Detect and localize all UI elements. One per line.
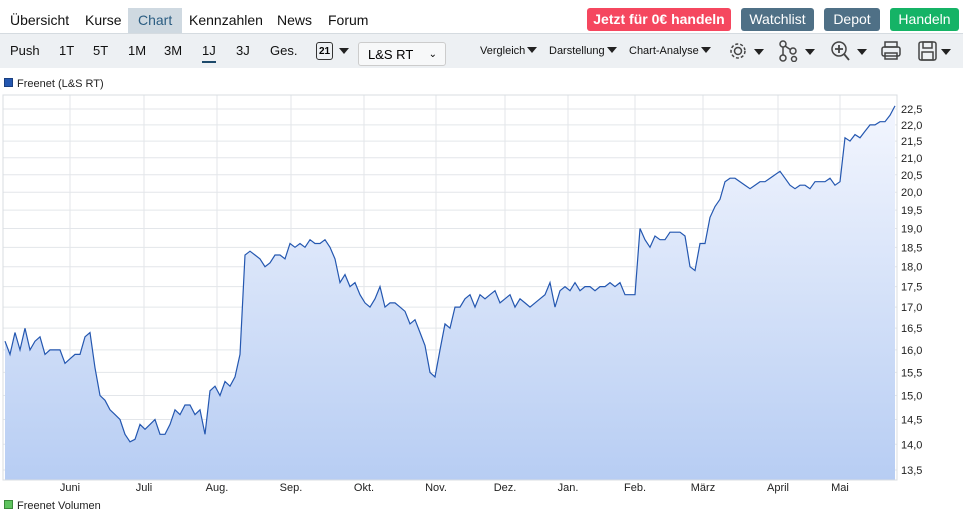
- tab-chart[interactable]: Chart: [128, 8, 183, 33]
- x-tick-label: Jan.: [558, 482, 579, 494]
- price-area: [5, 105, 895, 481]
- tab-kurse[interactable]: Kurse: [77, 8, 130, 33]
- volume-legend: Freenet Volumen: [4, 500, 101, 512]
- volume-legend-label: Freenet Volumen: [17, 500, 101, 512]
- y-tick-label: 21,5: [901, 136, 922, 148]
- y-tick-label: 20,5: [901, 170, 922, 182]
- trade-free-button[interactable]: Jetzt für 0€ handeln: [587, 8, 731, 31]
- caret-icon: [527, 47, 538, 53]
- indicators-icon[interactable]: [778, 40, 818, 62]
- range-push[interactable]: Push: [10, 43, 40, 58]
- series-swatch: [4, 78, 13, 87]
- x-tick-label: März: [691, 482, 715, 494]
- watchlist-button[interactable]: Watchlist: [741, 8, 814, 31]
- zoom-in-icon[interactable]: [830, 40, 870, 62]
- handeln-button[interactable]: Handeln: [890, 8, 959, 31]
- chart-toolbar: Push 1T 5T 1M 3M 1J 3J Ges. 21 L&S RT ⌄ V…: [0, 34, 963, 68]
- tab-uebersicht[interactable]: Übersicht: [2, 8, 77, 33]
- vergleich-label: Vergleich: [480, 45, 526, 57]
- calendar-caret-icon[interactable]: [339, 48, 349, 54]
- range-1t[interactable]: 1T: [59, 43, 74, 58]
- top-navigation: Übersicht Kurse Chart Kennzahlen News Fo…: [0, 0, 963, 34]
- x-tick-label: Dez.: [494, 482, 517, 494]
- range-1j[interactable]: 1J: [202, 43, 216, 63]
- price-chart[interactable]: 22,5 22,0 21,5 21,0 20,5 20,0 19,5 19,0 18,5 18,0…: [0, 92, 963, 497]
- chevron-down-icon: ⌄: [428, 49, 437, 60]
- y-tick-label: 14,0: [901, 439, 922, 451]
- y-tick-label: 13,5: [901, 465, 922, 477]
- x-tick-label: Juli: [136, 482, 153, 494]
- chart-analyse-dropdown[interactable]: Chart-Analyse: [629, 45, 711, 57]
- exchange-value: L&S RT: [368, 47, 414, 62]
- darstellung-label: Darstellung: [549, 45, 605, 57]
- tab-forum[interactable]: Forum: [320, 8, 376, 33]
- x-tick-label: Okt.: [354, 482, 374, 494]
- y-tick-label: 15,5: [901, 367, 922, 379]
- range-3j[interactable]: 3J: [236, 43, 250, 58]
- x-tick-label: Aug.: [206, 482, 229, 494]
- y-tick-label: 15,0: [901, 391, 922, 403]
- x-tick-label: Juni: [60, 482, 80, 494]
- y-tick-label: 21,0: [901, 153, 922, 165]
- vergleich-dropdown[interactable]: Vergleich: [480, 45, 538, 57]
- x-tick-label: April: [767, 482, 789, 494]
- y-tick-label: 20,0: [901, 187, 922, 199]
- y-tick-label: 19,0: [901, 223, 922, 235]
- depot-button[interactable]: Depot: [824, 8, 880, 31]
- darstellung-dropdown[interactable]: Darstellung: [549, 45, 617, 57]
- y-tick-label: 14,5: [901, 415, 922, 427]
- y-tick-label: 17,0: [901, 302, 922, 314]
- y-tick-label: 16,0: [901, 345, 922, 357]
- tab-kennzahlen[interactable]: Kennzahlen: [181, 8, 271, 33]
- y-tick-label: 18,5: [901, 242, 922, 254]
- range-3m[interactable]: 3M: [164, 43, 182, 58]
- x-tick-label: Sep.: [280, 482, 303, 494]
- range-5t[interactable]: 5T: [93, 43, 108, 58]
- caret-icon: [700, 47, 711, 53]
- y-tick-label: 18,0: [901, 262, 922, 274]
- settings-gear-icon[interactable]: [727, 40, 767, 62]
- y-tick-label: 19,5: [901, 205, 922, 217]
- y-tick-label: 17,5: [901, 282, 922, 294]
- x-tick-label: Nov.: [425, 482, 447, 494]
- series-legend-label: Freenet (L&S RT): [17, 78, 104, 90]
- y-tick-label: 22,5: [901, 104, 922, 116]
- series-legend: Freenet (L&S RT): [4, 78, 104, 90]
- x-tick-label: Feb.: [624, 482, 646, 494]
- save-icon[interactable]: [917, 40, 957, 62]
- print-icon[interactable]: [880, 40, 904, 62]
- range-1m[interactable]: 1M: [128, 43, 146, 58]
- exchange-select[interactable]: L&S RT ⌄: [358, 42, 446, 66]
- tab-news[interactable]: News: [269, 8, 320, 33]
- y-tick-label: 16,5: [901, 323, 922, 335]
- x-tick-label: Mai: [831, 482, 849, 494]
- y-tick-label: 22,0: [901, 120, 922, 132]
- analyse-label: Chart-Analyse: [629, 45, 699, 57]
- caret-icon: [606, 47, 617, 53]
- calendar-icon[interactable]: 21: [316, 42, 333, 60]
- range-gesamt[interactable]: Ges.: [270, 43, 297, 58]
- volume-swatch: [4, 500, 13, 509]
